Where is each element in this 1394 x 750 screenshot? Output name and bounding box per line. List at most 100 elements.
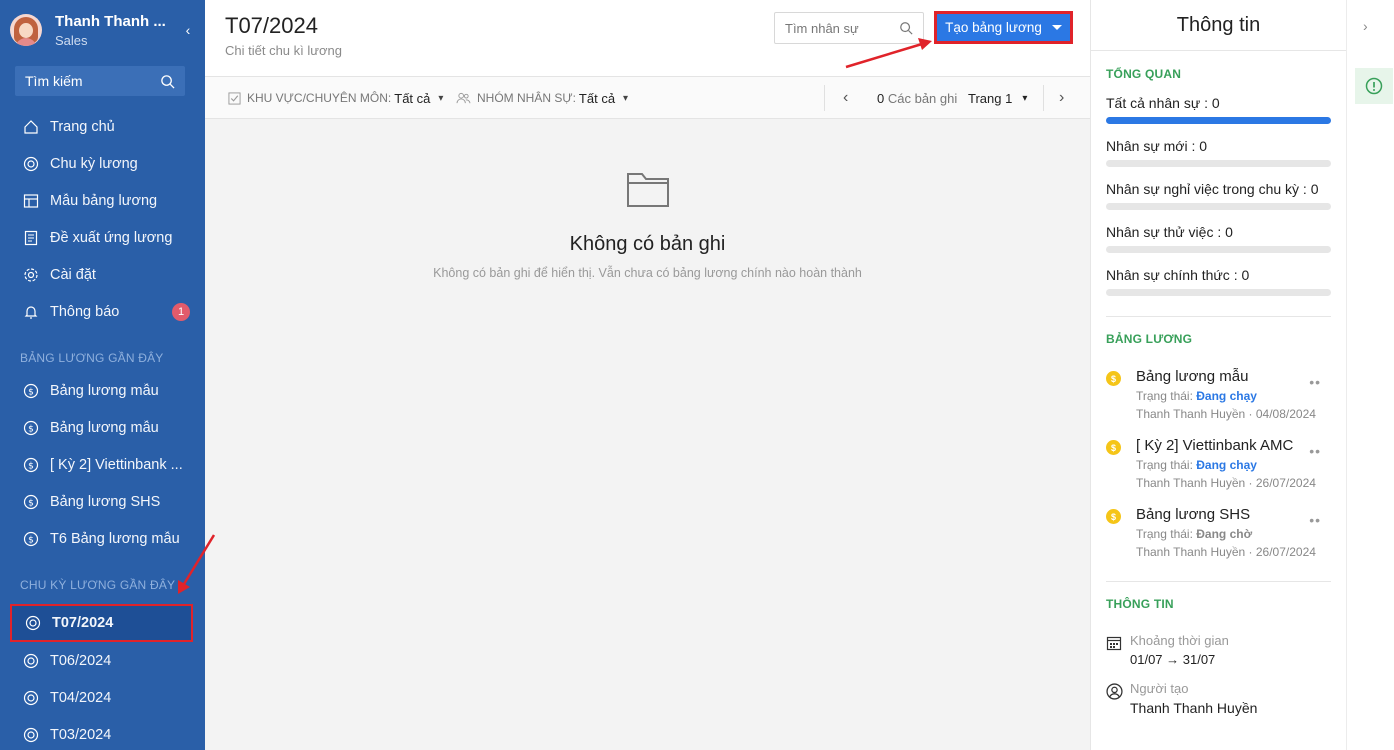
user-role: Sales (55, 32, 88, 48)
recent-cycle-label: T06/2024 (50, 652, 112, 669)
sidebar-item-label: Đề xuất ứng lương (50, 229, 173, 246)
page-selector[interactable]: Trang 1 ▾ (968, 77, 1027, 119)
svg-text:$: $ (28, 461, 34, 471)
stat-bar (1106, 289, 1331, 296)
dollar-icon: $ (22, 382, 39, 399)
prev-page-icon[interactable]: ‹ (843, 77, 848, 119)
sidebar-item-notifications[interactable]: Thông báo 1 (0, 293, 205, 330)
notification-badge: 1 (172, 302, 190, 321)
next-page-icon[interactable]: › (1059, 77, 1064, 119)
group-filter[interactable]: NHÓM NHÂN SỰ: Tất cả ▾ (456, 77, 628, 119)
recent-payroll-item[interactable]: $ T6 Bảng lương mẫu (0, 520, 205, 557)
record-count: 0 Các bản ghi (877, 77, 957, 119)
page-header: T07/2024 Chi tiết chu kì lương Tìm nhân … (205, 0, 1090, 77)
caret-down-icon (1051, 25, 1062, 30)
search-icon (161, 74, 175, 89)
sidebar-item-label: Thông báo (50, 303, 120, 320)
svg-text:$: $ (28, 535, 34, 545)
chevron-right-icon[interactable]: › (1363, 18, 1368, 34)
group-filter-value: Tất cả (578, 90, 616, 106)
record-count-label: Các bản ghi (887, 90, 958, 106)
recent-cycle-item[interactable]: T03/2024 (0, 716, 205, 750)
stat-bar (1106, 160, 1331, 167)
recent-cycle-label: T04/2024 (50, 689, 112, 706)
recent-cycle-item-active[interactable]: T07/2024 (10, 604, 193, 642)
payroll-status: Đang chờ (1196, 527, 1253, 541)
sidebar-item-payroll-template[interactable]: Mẫu bảng lương (0, 182, 205, 219)
folder-icon (626, 173, 669, 207)
recent-cycle-label: T07/2024 (52, 615, 114, 631)
area-filter[interactable]: KHU VỰC/CHUYÊN MÔN: Tất cả ▾ (228, 77, 443, 119)
empty-state-description: Không có bản ghi để hiển thị. Vẫn chưa c… (433, 266, 862, 280)
payroll-status-prefix: Trạng thái: (1136, 527, 1193, 541)
stat-official-employees: Nhân sự chính thức : 0 (1106, 267, 1250, 283)
cycle-icon (22, 726, 39, 743)
template-icon (22, 192, 39, 209)
more-options-icon[interactable]: •• (1309, 443, 1321, 459)
payroll-card[interactable]: $ Bảng lương SHS Trạng thái: Đang chờ Th… (1106, 506, 1331, 559)
home-icon (22, 118, 39, 135)
collapse-sidebar-icon[interactable]: ‹ (181, 22, 195, 38)
sidebar: Thanh Thanh ... Sales ‹ Tìm kiếm Trang c… (0, 0, 205, 750)
sidebar-item-home[interactable]: Trang chủ (0, 108, 205, 145)
gear-icon (22, 266, 39, 283)
sidebar-item-salary-advance[interactable]: Đề xuất ứng lương (0, 219, 205, 256)
sidebar-item-settings[interactable]: Cài đặt (0, 256, 205, 293)
recent-payroll-item[interactable]: $ Bảng lương mẫu (0, 372, 205, 409)
employee-search-input[interactable]: Tìm nhân sự (774, 12, 924, 44)
sidebar-search-input[interactable]: Tìm kiếm (15, 66, 185, 96)
recent-cycle-item[interactable]: T06/2024 (0, 642, 205, 679)
svg-text:$: $ (28, 424, 34, 434)
payroll-name: [ Kỳ 2] Viettinbank AMC (1136, 437, 1294, 454)
more-options-icon[interactable]: •• (1309, 512, 1321, 528)
page-title: T07/2024 (225, 13, 318, 38)
cycle-icon (22, 652, 39, 669)
overview-heading: TỔNG QUAN (1106, 67, 1182, 81)
cycle-icon (22, 155, 39, 172)
stat-bar (1106, 246, 1331, 253)
info-panel: Thông tin TỔNG QUAN Tất cả nhân sự : 0 N… (1090, 0, 1346, 750)
document-icon (22, 229, 39, 246)
chevron-down-icon: ▾ (623, 92, 629, 104)
recent-payroll-item[interactable]: $ Bảng lương mẫu (0, 409, 205, 446)
period-value: 01/07 → 31/07 (1130, 652, 1216, 667)
side-strip: › (1346, 0, 1394, 750)
page-selector-label: Trang 1 (968, 90, 1013, 106)
info-heading: THÔNG TIN (1106, 597, 1174, 611)
avatar (10, 14, 42, 46)
empty-state-title: Không có bản ghi (569, 233, 726, 255)
stat-bar (1106, 117, 1331, 124)
sidebar-item-label: Cài đặt (50, 266, 96, 283)
user-profile[interactable]: Thanh Thanh ... Sales ‹ (0, 0, 205, 60)
recent-cycle-item[interactable]: T04/2024 (0, 679, 205, 716)
period-label: Khoảng thời gian (1130, 633, 1229, 648)
payroll-status: Đang chạy (1196, 458, 1257, 472)
recent-payroll-label: Bảng lương mẫu (50, 419, 159, 436)
group-filter-label: NHÓM NHÂN SỰ: (477, 91, 576, 105)
recent-payroll-item[interactable]: $ Bảng lương SHS (0, 483, 205, 520)
recent-payroll-label: T6 Bảng lương mẫu (50, 530, 180, 547)
info-toggle-button[interactable] (1355, 68, 1393, 104)
sidebar-item-payroll-cycle[interactable]: Chu kỳ lương (0, 145, 205, 182)
chevron-down-icon: ▾ (1022, 92, 1028, 104)
dollar-icon: $ (22, 530, 39, 547)
payroll-status-prefix: Trạng thái: (1136, 458, 1193, 472)
recent-payroll-item[interactable]: $ [ Kỳ 2] Viettinbank ... (0, 446, 205, 483)
main-content: T07/2024 Chi tiết chu kì lương Tìm nhân … (205, 0, 1090, 750)
stat-bar (1106, 203, 1331, 210)
recent-payroll-label: [ Kỳ 2] Viettinbank ... (50, 456, 183, 473)
more-options-icon[interactable]: •• (1309, 374, 1321, 390)
record-count-value: 0 (877, 90, 885, 106)
area-filter-value: Tất cả (394, 90, 431, 106)
filter-bar: KHU VỰC/CHUYÊN MÔN: Tất cả ▾ NHÓM NHÂN S… (205, 77, 1090, 119)
stat-bar-fill (1106, 117, 1331, 124)
payroll-meta: Thanh Thanh Huyền · 04/08/2024 (1136, 407, 1316, 421)
search-icon (900, 22, 913, 35)
sidebar-item-label: Trang chủ (50, 118, 115, 135)
stat-probation-employees: Nhân sự thử việc : 0 (1106, 224, 1233, 240)
create-payroll-label: Tạo bảng lương (945, 20, 1042, 35)
payroll-card[interactable]: $ [ Kỳ 2] Viettinbank AMC Trạng thái: Đa… (1106, 437, 1331, 490)
cycle-icon (24, 615, 41, 632)
payroll-card[interactable]: $ Bảng lương mẫu Trạng thái: Đang chạy T… (1106, 368, 1331, 421)
create-payroll-button[interactable]: Tạo bảng lương (934, 11, 1073, 44)
